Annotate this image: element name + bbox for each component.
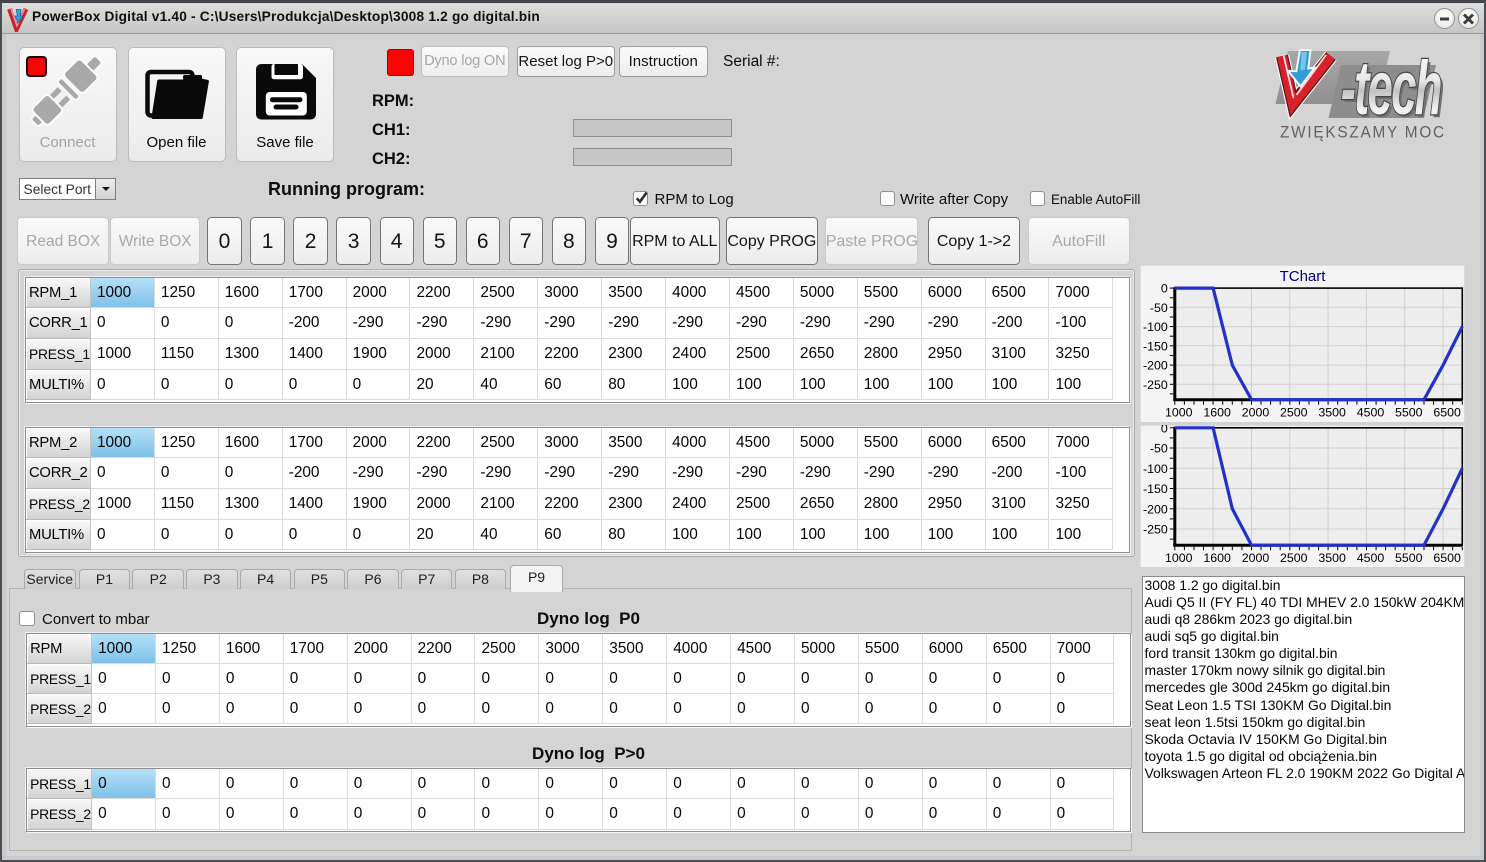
svg-text:1000: 1000 (1165, 406, 1193, 420)
svg-text:2000: 2000 (1241, 551, 1269, 565)
svg-text:TChart: TChart (1279, 268, 1326, 285)
svg-text:-tech: -tech (1341, 46, 1441, 131)
svg-text:-200: -200 (1143, 502, 1168, 516)
svg-text:-250: -250 (1143, 378, 1168, 392)
svg-text:5500: 5500 (1395, 406, 1423, 420)
svg-text:-50: -50 (1150, 441, 1168, 455)
svg-text:1600: 1600 (1203, 551, 1231, 565)
svg-text:0: 0 (1161, 425, 1168, 435)
svg-text:-200: -200 (1143, 358, 1168, 372)
svg-text:ZWIĘKSZAMY MOC: ZWIĘKSZAMY MOC (1280, 124, 1446, 142)
svg-text:2500: 2500 (1280, 406, 1308, 420)
svg-text:1600: 1600 (1203, 406, 1231, 420)
svg-text:-150: -150 (1143, 339, 1168, 353)
svg-text:6500: 6500 (1433, 406, 1461, 420)
svg-text:4500: 4500 (1356, 406, 1384, 420)
svg-text:5500: 5500 (1395, 551, 1423, 565)
svg-text:-100: -100 (1143, 320, 1168, 334)
svg-text:6500: 6500 (1433, 551, 1461, 565)
svg-text:0: 0 (1161, 281, 1168, 295)
svg-text:2000: 2000 (1241, 406, 1269, 420)
svg-text:-150: -150 (1143, 482, 1168, 496)
svg-text:2500: 2500 (1280, 551, 1308, 565)
svg-text:1000: 1000 (1165, 551, 1193, 565)
svg-text:-50: -50 (1150, 301, 1168, 315)
svg-text:-250: -250 (1143, 522, 1168, 536)
svg-text:3500: 3500 (1318, 406, 1346, 420)
svg-text:3500: 3500 (1318, 551, 1346, 565)
svg-text:-100: -100 (1143, 461, 1168, 475)
svg-text:4500: 4500 (1356, 551, 1384, 565)
